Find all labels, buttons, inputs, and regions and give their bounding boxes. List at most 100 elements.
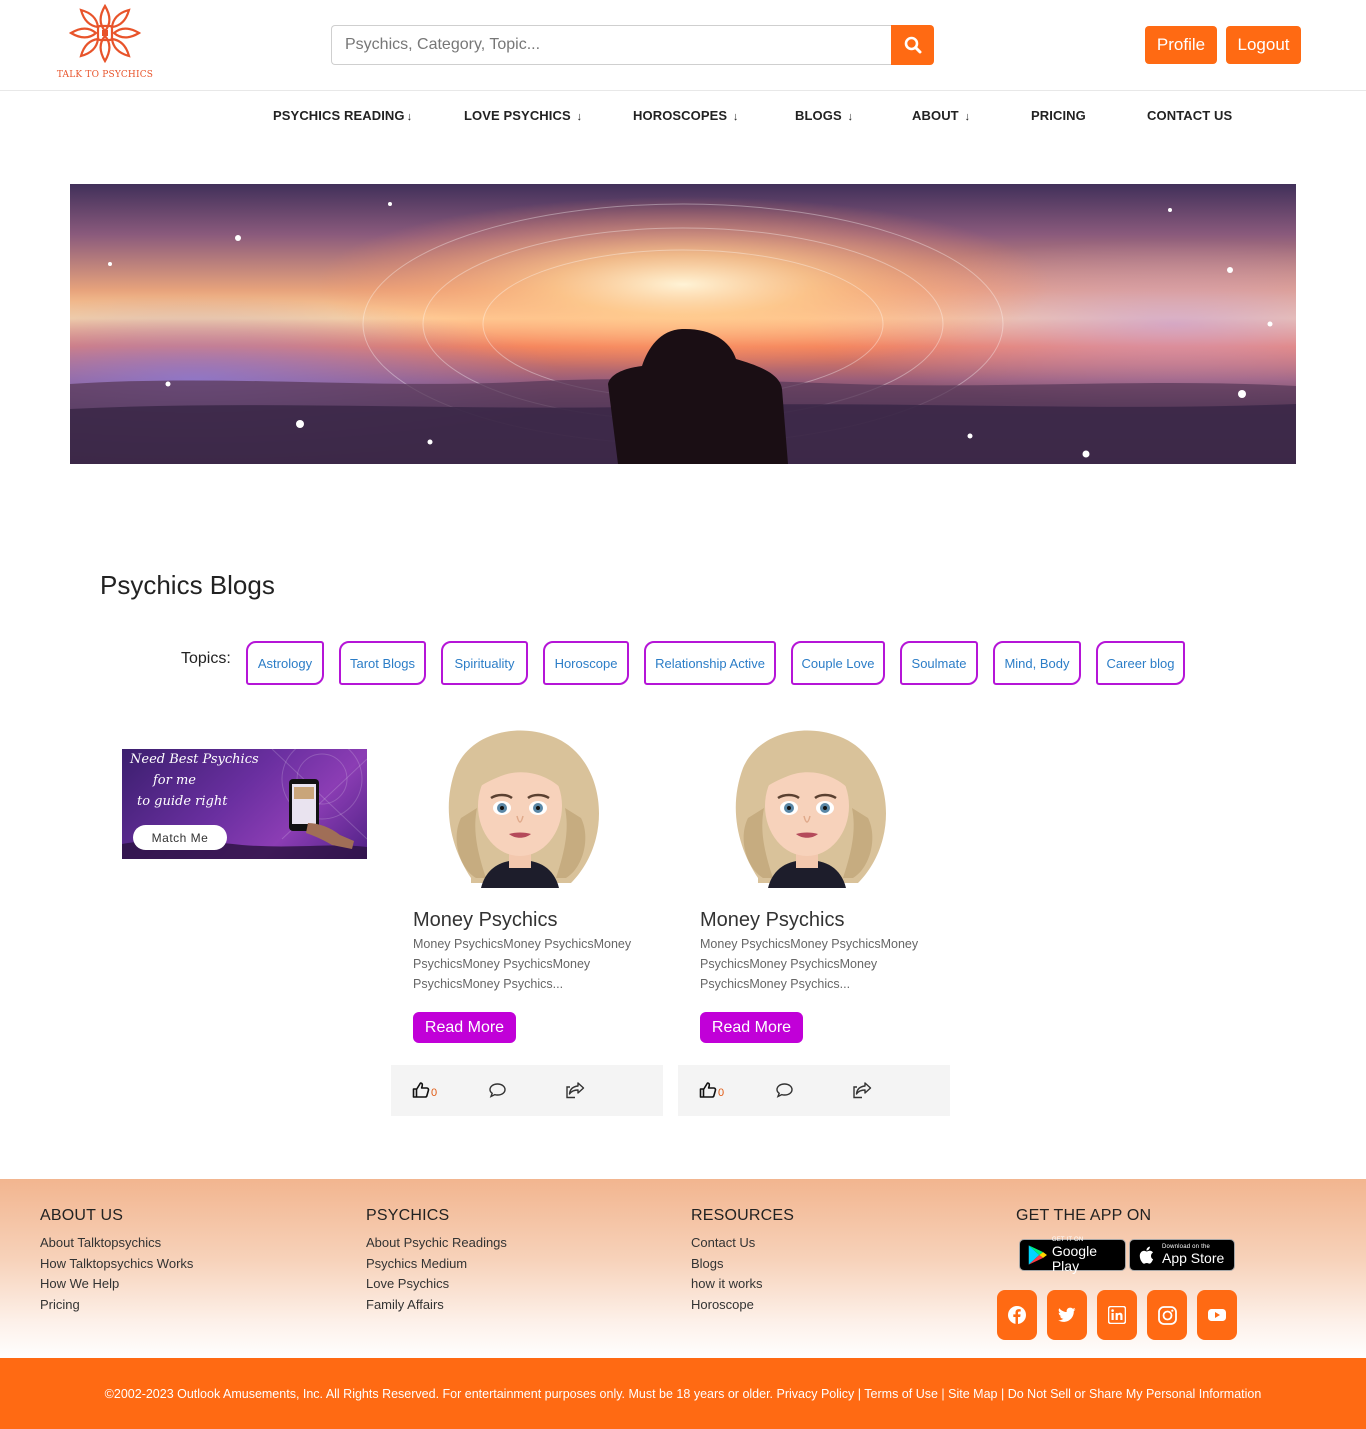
- site-map-link[interactable]: Site Map: [948, 1387, 997, 1401]
- hero-image: [70, 184, 1296, 464]
- terms-of-use-link[interactable]: Terms of Use: [864, 1387, 938, 1401]
- topic-career-blog[interactable]: Career blog: [1096, 641, 1185, 685]
- comment-icon: [489, 1083, 506, 1098]
- nav-label: ABOUT: [912, 108, 959, 123]
- footer-link[interactable]: how it works: [691, 1274, 794, 1295]
- search-icon: [904, 36, 921, 54]
- share-button[interactable]: [852, 1079, 872, 1101]
- copyright-text: ©2002-2023 Outlook Amusements, Inc. All …: [105, 1387, 1262, 1401]
- like-count: 0: [431, 1086, 438, 1099]
- nav-about[interactable]: ABOUT ↓: [912, 108, 970, 123]
- hero-banner: [70, 184, 1296, 464]
- nav-label: BLOGS: [795, 108, 842, 123]
- footer-link[interactable]: Horoscope: [691, 1295, 794, 1316]
- privacy-policy-link[interactable]: Privacy Policy: [777, 1387, 855, 1401]
- nav-psychics-reading[interactable]: PSYCHICS READING ↓: [273, 108, 412, 123]
- like-button[interactable]: 0: [699, 1079, 724, 1101]
- google-play-big-text: Google Play: [1051, 1242, 1097, 1274]
- topic-astrology[interactable]: Astrology: [246, 641, 324, 685]
- main-nav: PSYCHICS READING ↓ LOVE PSYCHICS ↓ HOROSC…: [0, 108, 1366, 126]
- logout-button[interactable]: Logout: [1226, 26, 1301, 64]
- nav-love-psychics[interactable]: LOVE PSYCHICS ↓: [464, 108, 582, 123]
- footer-link[interactable]: Psychics Medium: [366, 1254, 507, 1275]
- share-button[interactable]: [565, 1079, 585, 1101]
- twitter-button[interactable]: [1047, 1290, 1087, 1340]
- topic-horoscope[interactable]: Horoscope: [543, 641, 629, 685]
- app-store-badge[interactable]: Download on the App Store: [1129, 1239, 1235, 1271]
- site-header: TALK TO PSYCHICS Profile Logout: [0, 0, 1366, 91]
- facebook-button[interactable]: [997, 1290, 1037, 1340]
- comment-button[interactable]: [775, 1079, 794, 1101]
- nav-pricing[interactable]: PRICING: [1031, 108, 1086, 123]
- match-me-ad[interactable]: Need Best Psychics for me to guide right…: [122, 749, 367, 859]
- search-bar: [331, 25, 934, 65]
- topics-label: Topics:: [181, 650, 231, 667]
- blog-card-image[interactable]: [431, 728, 609, 888]
- footer-link[interactable]: About Psychic Readings: [366, 1233, 507, 1254]
- topic-tarot-blogs[interactable]: Tarot Blogs: [339, 641, 426, 685]
- footer-resources-column: RESOURCES Contact Us Blogs how it works …: [691, 1207, 794, 1315]
- do-not-sell-link[interactable]: Do Not Sell or Share My Personal Informa…: [1008, 1387, 1262, 1401]
- footer-link[interactable]: How Talktopsychics Works: [40, 1254, 193, 1275]
- blog-card-title[interactable]: Money Psychics: [413, 909, 558, 932]
- like-button[interactable]: 0: [412, 1079, 437, 1101]
- youtube-icon: [1208, 1309, 1226, 1321]
- footer-link[interactable]: How We Help: [40, 1274, 193, 1295]
- profile-button[interactable]: Profile: [1145, 26, 1217, 64]
- comment-button[interactable]: [488, 1079, 507, 1101]
- read-more-button[interactable]: Read More: [700, 1012, 803, 1043]
- blog-card: Money Psychics Money PsychicsMoney Psych…: [391, 728, 663, 1116]
- facebook-icon: [1008, 1306, 1026, 1324]
- read-more-button[interactable]: Read More: [413, 1012, 516, 1043]
- blog-card-excerpt: Money PsychicsMoney PsychicsMoney Psychi…: [413, 937, 632, 991]
- footer-link[interactable]: Pricing: [40, 1295, 193, 1316]
- topic-mind-body[interactable]: Mind, Body: [993, 641, 1081, 685]
- nav-blogs[interactable]: BLOGS ↓: [795, 108, 853, 123]
- nav-label: PRICING: [1031, 108, 1086, 123]
- ad-line-1: Need Best Psychics: [130, 752, 259, 767]
- match-me-button[interactable]: Match Me: [133, 825, 227, 850]
- footer-link[interactable]: Family Affairs: [366, 1295, 507, 1316]
- site-logo[interactable]: TALK TO PSYCHICS: [55, 0, 155, 85]
- separator: |: [941, 1386, 945, 1401]
- instagram-button[interactable]: [1147, 1290, 1187, 1340]
- avatar-illustration: [735, 730, 886, 888]
- arrow-down-icon: ↓: [847, 111, 854, 123]
- footer-link[interactable]: About Talktopsychics: [40, 1233, 193, 1254]
- google-play-badge[interactable]: GET IT ON Google Play: [1019, 1237, 1126, 1274]
- topic-spirituality[interactable]: Spirituality: [441, 641, 528, 685]
- copyright-bar: ©2002-2023 Outlook Amusements, Inc. All …: [0, 1358, 1366, 1429]
- app-store-big-text: App Store: [1162, 1250, 1225, 1266]
- twitter-icon: [1058, 1307, 1076, 1322]
- nav-label: LOVE PSYCHICS: [464, 108, 571, 123]
- arrow-down-icon: ↓: [732, 111, 739, 123]
- like-count: 0: [718, 1086, 725, 1099]
- arrow-down-icon: ↓: [576, 111, 583, 123]
- thumbs-up-icon: [412, 1082, 430, 1098]
- blog-card-title[interactable]: Money Psychics: [700, 909, 845, 932]
- arrow-down-icon: ↓: [406, 111, 413, 123]
- linkedin-button[interactable]: [1097, 1290, 1137, 1340]
- search-input[interactable]: [331, 25, 892, 65]
- search-button[interactable]: [891, 25, 934, 65]
- topic-couple-love[interactable]: Couple Love: [791, 641, 885, 685]
- youtube-button[interactable]: [1197, 1290, 1237, 1340]
- blog-card-image[interactable]: [718, 728, 896, 888]
- topic-soulmate[interactable]: Soulmate: [900, 641, 978, 685]
- logo-text: TALK TO PSYCHICS: [56, 70, 154, 80]
- footer-heading: PSYCHICS: [366, 1207, 450, 1224]
- footer-about-column: ABOUT US About Talktopsychics How Talkto…: [40, 1207, 193, 1315]
- nav-horoscopes[interactable]: HOROSCOPES ↓: [633, 108, 739, 123]
- lotus-logo-icon: [68, 3, 142, 64]
- footer-link[interactable]: Blogs: [691, 1254, 794, 1275]
- blog-card-actions: 0: [678, 1065, 950, 1116]
- footer-link[interactable]: Contact Us: [691, 1233, 794, 1254]
- footer-heading: GET THE APP ON: [1016, 1207, 1152, 1224]
- footer-link[interactable]: Love Psychics: [366, 1274, 507, 1295]
- topic-relationship-active[interactable]: Relationship Active: [644, 641, 776, 685]
- nav-label: HOROSCOPES: [633, 108, 728, 123]
- nav-contact-us[interactable]: CONTACT US: [1147, 108, 1232, 123]
- instagram-icon: [1157, 1305, 1177, 1325]
- apple-icon: [1139, 1246, 1154, 1264]
- comment-icon: [776, 1083, 793, 1098]
